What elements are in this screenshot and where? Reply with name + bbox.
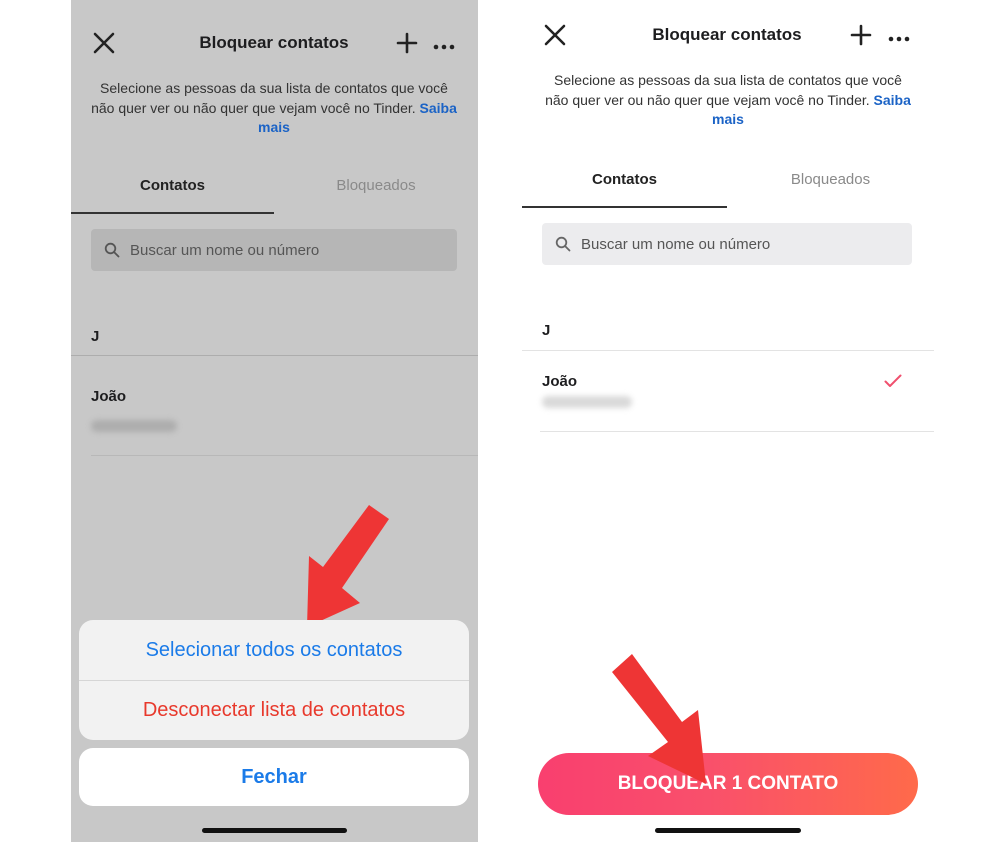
plus-icon[interactable]: [396, 32, 418, 54]
search-icon: [555, 236, 571, 252]
block-contacts-button[interactable]: BLOQUEAR 1 CONTATO: [538, 753, 918, 815]
red-arrow-icon: [297, 505, 397, 627]
tab-indicator: [522, 206, 727, 208]
description-text: Selecione as pessoas da sua lista de con…: [91, 80, 448, 116]
blurred-phone-number: [542, 396, 632, 408]
tab-contacts[interactable]: Contatos: [522, 171, 727, 188]
plus-icon[interactable]: [850, 24, 872, 46]
list-item[interactable]: João: [71, 380, 478, 440]
right-phone-screen: Bloquear contatos Selecione as pessoas d…: [522, 0, 934, 842]
description: Selecione as pessoas da sua lista de con…: [89, 79, 459, 138]
divider: [91, 455, 478, 456]
contact-name: João: [91, 388, 127, 405]
action-sheet: Selecionar todos os contatos Desconectar…: [79, 620, 469, 740]
close-icon[interactable]: [543, 23, 567, 47]
home-indicator: [202, 828, 347, 833]
contact-name: João: [542, 373, 578, 390]
tab-contacts[interactable]: Contatos: [71, 177, 274, 194]
page-title: Bloquear contatos: [199, 33, 349, 52]
search-input[interactable]: Buscar um nome ou número: [130, 242, 319, 259]
description: Selecione as pessoas da sua lista de con…: [542, 71, 914, 130]
search-bar[interactable]: Buscar um nome ou número: [91, 229, 457, 271]
page-title: Bloquear contatos: [652, 25, 802, 44]
disconnect-list-button[interactable]: Desconectar lista de contatos: [79, 681, 469, 740]
blurred-phone-number: [91, 420, 177, 432]
more-icon[interactable]: [888, 30, 910, 42]
red-arrow-icon: [608, 652, 706, 784]
list-item[interactable]: João: [522, 365, 934, 425]
tab-blocked[interactable]: Bloqueados: [727, 171, 934, 188]
section-letter: J: [542, 322, 551, 339]
home-indicator: [655, 828, 801, 833]
search-input[interactable]: Buscar um nome ou número: [581, 236, 770, 253]
checkmark-icon: [884, 374, 902, 388]
close-button[interactable]: Fechar: [79, 748, 469, 806]
more-icon[interactable]: [433, 38, 455, 50]
search-bar[interactable]: Buscar um nome ou número: [542, 223, 912, 265]
left-phone-screen: Bloquear contatos Selecione as pessoas d…: [71, 0, 478, 842]
close-icon[interactable]: [92, 31, 116, 55]
search-icon: [104, 242, 120, 258]
divider: [522, 350, 934, 351]
divider: [540, 431, 934, 432]
section-letter: J: [91, 328, 100, 345]
divider: [71, 355, 478, 356]
tab-indicator: [71, 212, 274, 214]
description-text: Selecione as pessoas da sua lista de con…: [545, 72, 902, 108]
select-all-button[interactable]: Selecionar todos os contatos: [79, 620, 469, 680]
tab-blocked[interactable]: Bloqueados: [274, 177, 478, 194]
